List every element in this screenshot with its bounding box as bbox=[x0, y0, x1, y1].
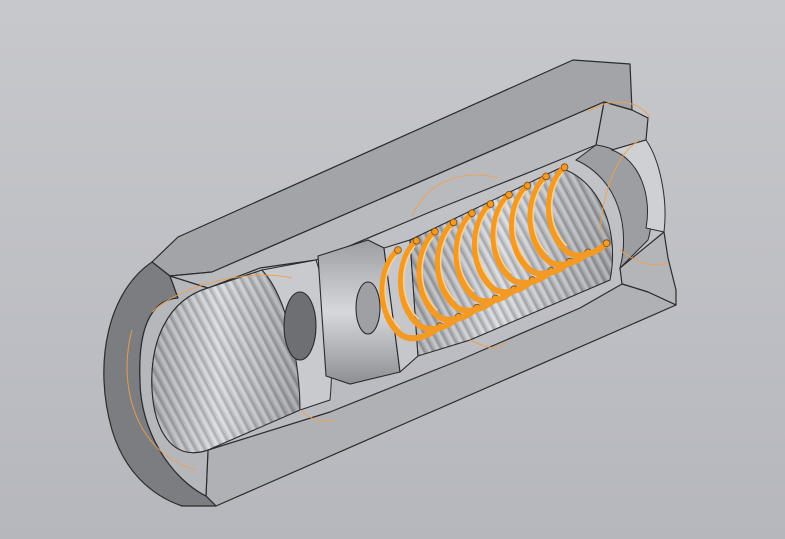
cad-viewport[interactable] bbox=[0, 0, 785, 539]
spring-wire-end bbox=[394, 246, 402, 254]
plunger-neck bbox=[283, 291, 317, 361]
spring-wire-end bbox=[468, 209, 476, 218]
spring-wire-end bbox=[602, 239, 611, 248]
spring-wire-end bbox=[505, 191, 513, 199]
plunger-head bbox=[355, 281, 381, 335]
spring-wire-end bbox=[486, 200, 495, 208]
spring-wire-end bbox=[542, 172, 550, 181]
spring-wire-end bbox=[560, 163, 569, 172]
spring-wire-end bbox=[412, 237, 421, 245]
spring-wire-end bbox=[523, 181, 532, 190]
spring-wire-end bbox=[449, 218, 458, 227]
model-view[interactable] bbox=[0, 0, 785, 539]
spring-wire-end bbox=[431, 227, 439, 236]
